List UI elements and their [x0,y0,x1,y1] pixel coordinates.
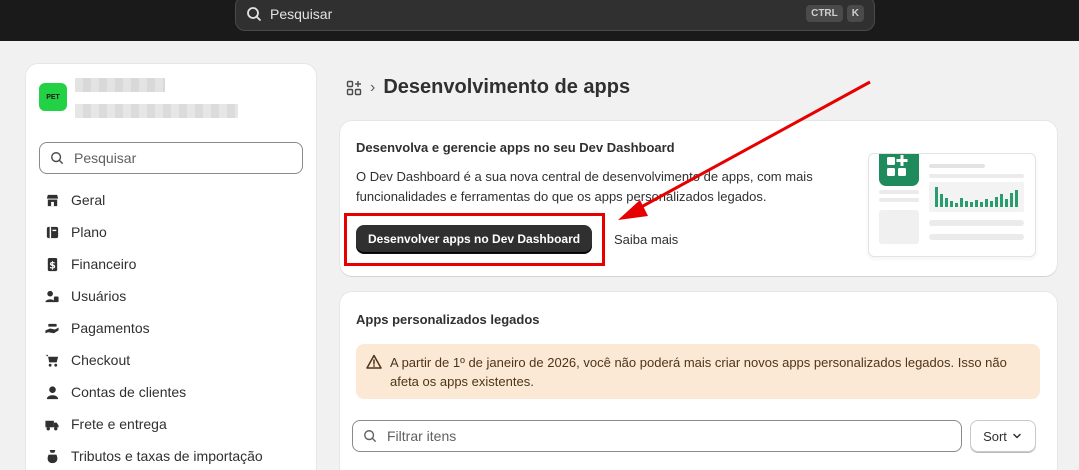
chevron-down-icon [1013,433,1021,439]
settings-search-input[interactable]: Pesquisar [39,142,303,174]
sidebar-item-label: Financeiro [71,256,137,272]
warning-icon [366,354,382,369]
sidebar-item-plano[interactable]: Plano [44,216,263,248]
cart-icon [44,352,60,368]
users-icon [44,288,60,304]
search-icon [364,430,376,442]
search-icon [247,6,261,21]
sidebar-item-label: Usuários [71,288,127,304]
sidebar-item-label: Frete e entrega [71,416,167,432]
dev-dashboard-title: Desenvolva e gerencie apps no seu Dev Da… [356,140,675,155]
settings-search-placeholder: Pesquisar [74,150,137,166]
global-search-placeholder: Pesquisar [270,5,333,22]
sidebar-item-pagamentos[interactable]: Pagamentos [44,312,263,344]
global-search-input[interactable]: Pesquisar CTRL K [235,0,875,31]
filter-items-input[interactable]: Filtrar itens [352,420,962,452]
sidebar-item-label: Pagamentos [71,320,150,336]
truck-icon [44,416,60,432]
shortcut-ctrl: CTRL [806,5,843,22]
sidebar-item-contas-de-clientes[interactable]: Contas de clientes [44,376,263,408]
settings-sidebar: PET Pesquisar Geral Plano $ Financeiro U… [26,64,316,470]
tax-icon [44,448,60,464]
warning-banner: A partir de 1º de janeiro de 2026, você … [356,344,1040,399]
sort-label: Sort [983,428,1007,444]
dev-dashboard-description: O Dev Dashboard é a sua nova central de … [356,169,813,204]
store-url-redacted [75,104,238,118]
chevron-right-icon: › [370,78,376,96]
filter-items-placeholder: Filtrar itens [387,428,457,444]
sort-button[interactable]: Sort [970,420,1036,452]
warning-text: A partir de 1º de janeiro de 2026, você … [390,355,1007,389]
person-icon [44,384,60,400]
breadcrumb: › Desenvolvimento de apps [346,76,630,99]
plan-icon [44,224,60,240]
svg-text:$: $ [49,260,56,271]
payment-hand-icon [44,320,60,336]
store-switcher[interactable]: PET [39,78,67,111]
sidebar-item-label: Contas de clientes [71,384,187,400]
dashboard-illustration-graphic [879,146,1024,244]
sidebar-item-label: Checkout [71,352,131,368]
settings-nav: Geral Plano $ Financeiro Usuários Pagame… [44,184,263,470]
store-name-redacted [75,78,165,92]
dev-dashboard-illustration [868,146,1036,257]
page-title: Desenvolvimento de apps [383,76,631,98]
top-bar: Pesquisar CTRL K [0,0,1079,41]
sidebar-item-label: Tributos e taxas de importação [71,448,263,464]
search-icon [51,152,63,164]
learn-more-link[interactable]: Saiba mais [614,232,678,247]
store-icon [44,192,60,208]
apps-icon[interactable] [346,80,362,96]
dollar-icon: $ [44,256,60,272]
shortcut-k: K [846,5,864,22]
legacy-apps-title: Apps personalizados legados [356,312,540,327]
sidebar-item-usuarios[interactable]: Usuários [44,280,263,312]
sidebar-item-checkout[interactable]: Checkout [44,344,263,376]
legacy-apps-card: Apps personalizados legados A partir de … [340,292,1057,470]
store-logo: PET [39,83,67,111]
sidebar-item-label: Geral [71,192,106,208]
annotation-highlight-box [344,213,605,266]
sidebar-item-frete-e-entrega[interactable]: Frete e entrega [44,408,263,440]
sidebar-item-tributos[interactable]: Tributos e taxas de importação [44,440,263,470]
sidebar-item-financeiro[interactable]: $ Financeiro [44,248,263,280]
sidebar-item-label: Plano [71,224,107,240]
sidebar-item-geral[interactable]: Geral [44,184,263,216]
